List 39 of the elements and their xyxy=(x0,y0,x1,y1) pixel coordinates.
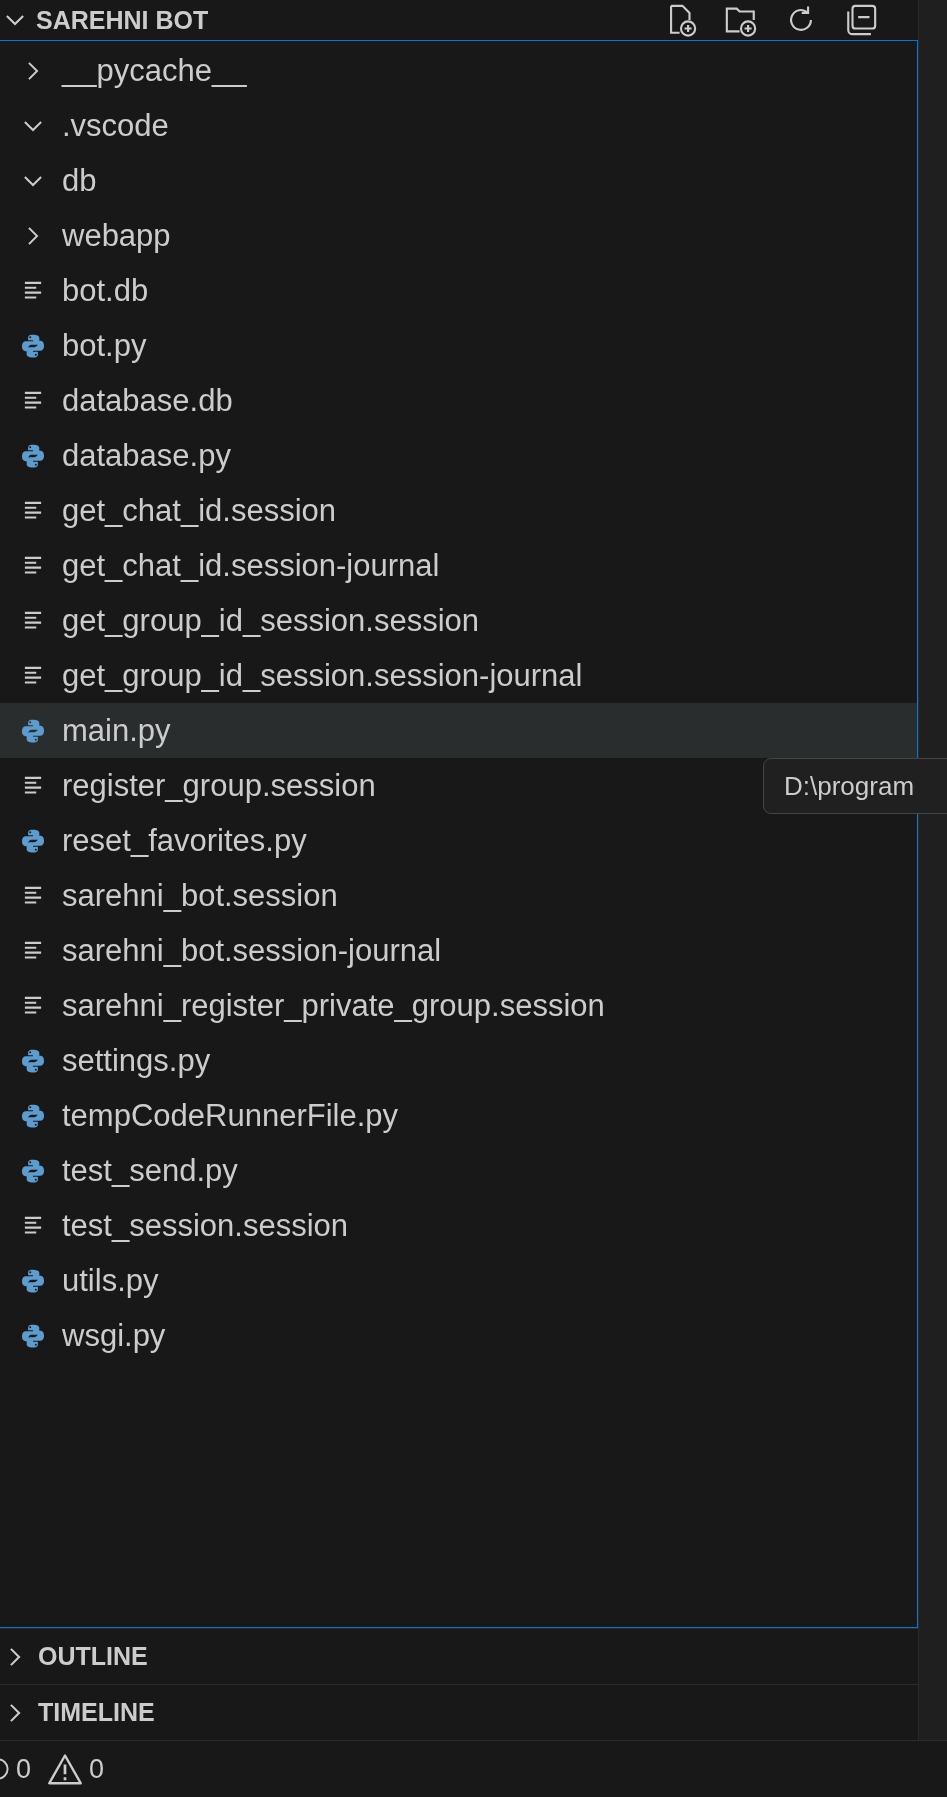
path-tooltip: D:\program xyxy=(763,758,947,814)
file-tree-item[interactable]: wsgi.py xyxy=(0,1308,917,1363)
file-tree-item[interactable]: get_group_id_session.session-journal xyxy=(0,648,917,703)
python-icon xyxy=(20,1102,46,1129)
panel-section-header[interactable]: OUTLINE xyxy=(0,1628,918,1684)
file-tree-item[interactable]: database.py xyxy=(0,428,917,483)
file-tree-item[interactable]: get_chat_id.session xyxy=(0,483,917,538)
file-tree-item[interactable]: webapp xyxy=(0,208,917,263)
python-icon xyxy=(20,1267,46,1294)
python-icon xyxy=(20,1157,46,1184)
python-icon xyxy=(20,1047,46,1074)
warning-icon[interactable] xyxy=(47,1752,84,1786)
file-tree-item[interactable]: bot.db xyxy=(0,263,917,318)
python-icon xyxy=(20,442,46,469)
python-icon xyxy=(20,332,46,359)
python-icon xyxy=(20,827,46,854)
file-tree-item[interactable]: test_send.py xyxy=(0,1143,917,1198)
file-tree-item[interactable]: test_session.session xyxy=(0,1198,917,1253)
file-tree-item[interactable]: reset_favorites.py xyxy=(0,813,917,868)
file-tree-item[interactable]: sarehni_bot.session-journal xyxy=(0,923,917,978)
warning-count[interactable]: 0 xyxy=(89,1753,105,1785)
collapse-icon[interactable] xyxy=(844,3,878,37)
file-tree-item[interactable]: __pycache__ xyxy=(0,43,917,98)
file-tree-item[interactable]: database.db xyxy=(0,373,917,428)
file-tree-item[interactable]: .vscode xyxy=(0,98,917,153)
file-tree-item[interactable]: get_group_id_session.session xyxy=(0,593,917,648)
error-count[interactable]: 0 xyxy=(16,1753,32,1785)
file-tree-item[interactable]: sarehni_register_private_group.session xyxy=(0,978,917,1033)
file-tree-item[interactable]: get_chat_id.session-journal xyxy=(0,538,917,593)
file-tree-item[interactable]: bot.py xyxy=(0,318,917,373)
file-tree-item[interactable]: db xyxy=(0,153,917,208)
file-tree-item[interactable]: sarehni_bot.session xyxy=(0,868,917,923)
file-tree-item[interactable]: tempCodeRunnerFile.py xyxy=(0,1088,917,1143)
file-tree-item[interactable]: main.py xyxy=(0,703,917,758)
python-icon xyxy=(20,1322,46,1349)
file-tree-item[interactable]: settings.py xyxy=(0,1033,917,1088)
folder-title: SAREHNI BOT xyxy=(36,5,209,35)
file-tree-item[interactable]: utils.py xyxy=(0,1253,917,1308)
python-icon xyxy=(20,717,46,744)
